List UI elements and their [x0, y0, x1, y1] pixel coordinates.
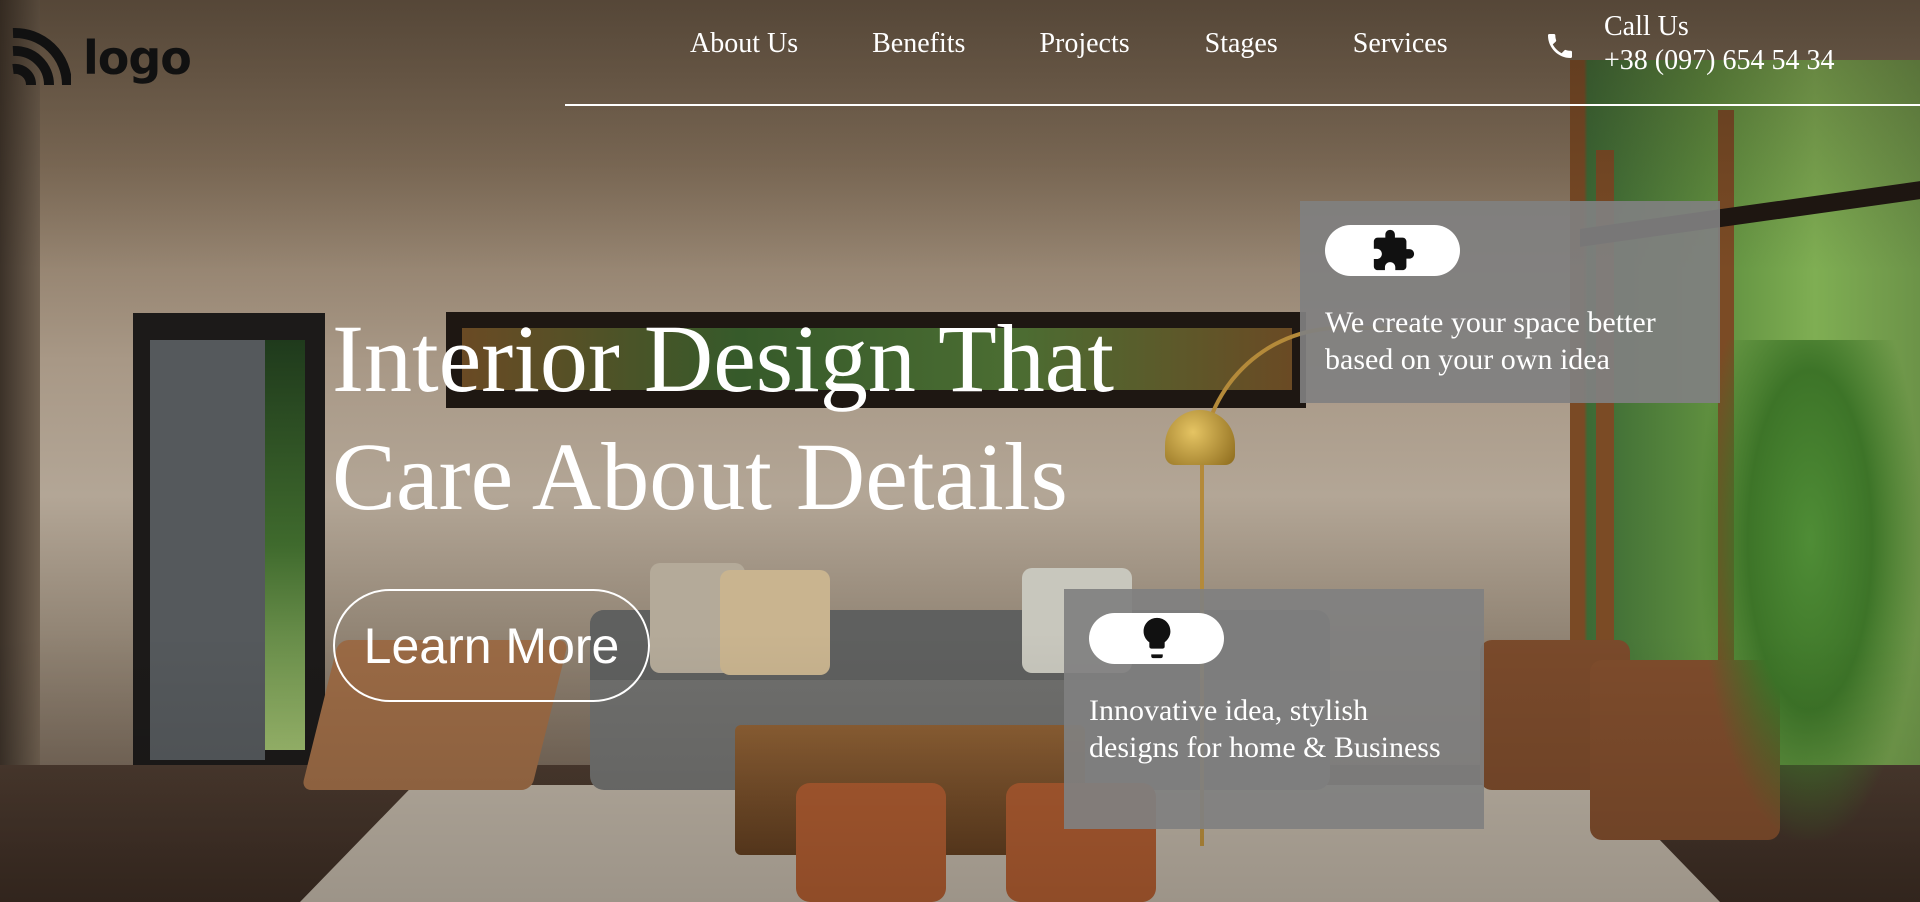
feature-card-innovation: Innovative idea, stylish designs for hom…	[1064, 589, 1484, 829]
lightbulb-icon	[1143, 617, 1170, 658]
nav-about-us[interactable]: About Us	[690, 28, 798, 60]
nav-stages[interactable]: Stages	[1205, 28, 1278, 60]
call-us-label: Call Us	[1604, 11, 1689, 42]
feature-text: Innovative idea, stylish designs for hom…	[1089, 694, 1441, 764]
hero-title-line-2: Care About Details	[332, 423, 1068, 530]
learn-more-button[interactable]: Learn More	[333, 589, 650, 702]
feature-icon-pill	[1325, 225, 1460, 276]
feature-text: We create your space better based on you…	[1325, 306, 1656, 376]
nav-services[interactable]: Services	[1353, 28, 1448, 60]
signal-arcs-icon	[12, 27, 71, 86]
call-us-text: Call Us +38 (097) 654 54 34	[1604, 10, 1834, 78]
hero-title-line-1: Interior Design That	[332, 305, 1115, 412]
logo-link[interactable]: logo	[9, 27, 192, 89]
phone-number[interactable]: +38 (097) 654 54 34	[1604, 44, 1834, 78]
main-nav: About Us Benefits Projects Stages Servic…	[690, 28, 1448, 60]
nav-benefits[interactable]: Benefits	[872, 28, 965, 60]
puzzle-icon	[1373, 229, 1414, 270]
feature-icon-pill	[1089, 613, 1224, 664]
nav-projects[interactable]: Projects	[1039, 28, 1129, 60]
hero-title: Interior Design That Care About Details	[332, 300, 1232, 536]
header-divider	[565, 104, 1920, 106]
phone-icon	[1548, 34, 1572, 58]
logo-text: logo	[83, 31, 192, 85]
call-us-block[interactable]: Call Us +38 (097) 654 54 34	[1544, 10, 1834, 78]
feature-card-idea: We create your space better based on you…	[1300, 201, 1720, 403]
